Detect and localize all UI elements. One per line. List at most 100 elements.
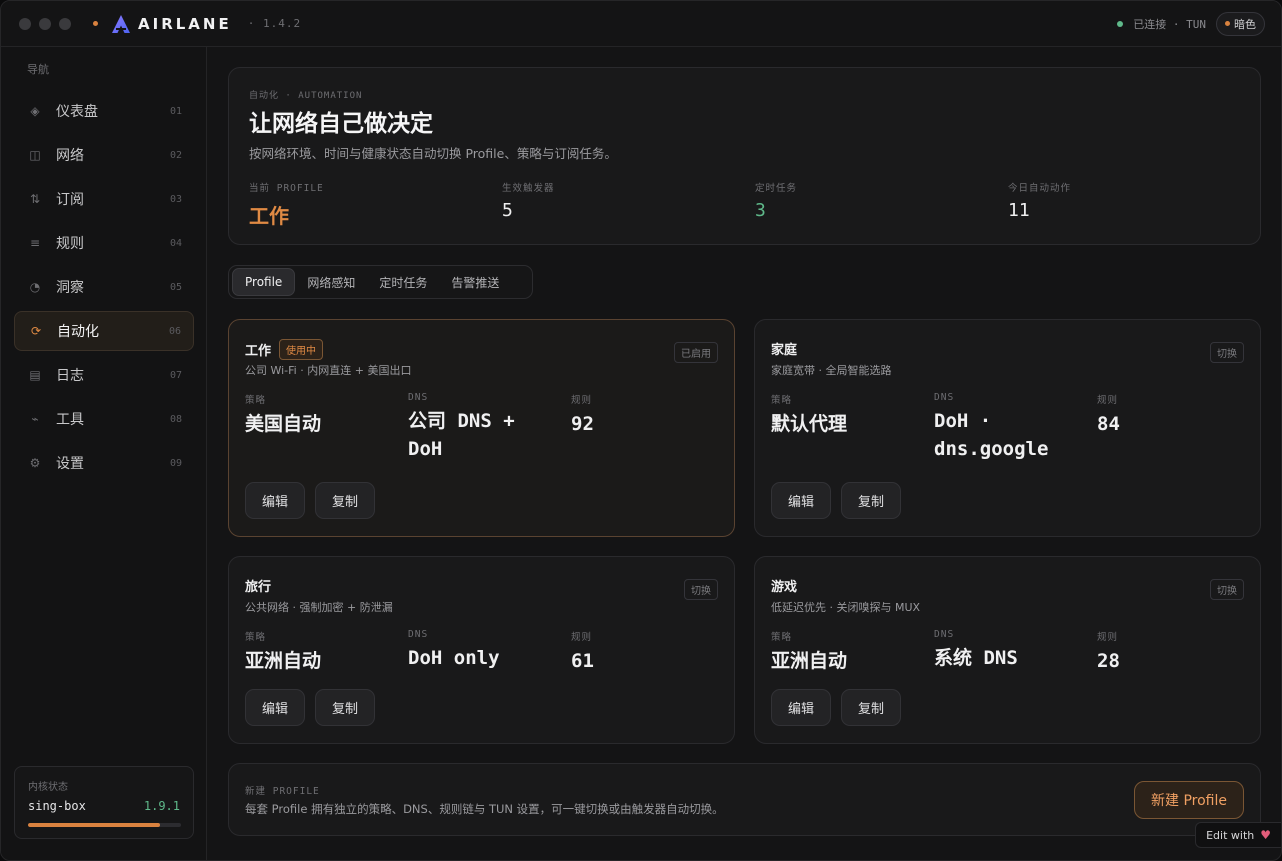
profile-card[interactable]: 旅行 切换 公共网络 · 强制加密 + 防泄漏 策略 亚洲自动 DNS DoH only 规则… (228, 556, 735, 744)
sidebar-item-number: 06 (168, 325, 181, 337)
tab-scheduled-tasks[interactable]: 定时任务 (367, 268, 439, 296)
minimize-window-button[interactable] (39, 17, 51, 30)
sidebar-item-label: 仪表盘 (56, 104, 98, 120)
stat-current-profile: 当前 PROFILE 工作 (249, 180, 324, 229)
new-profile-button[interactable]: 新建 Profile (1134, 781, 1244, 819)
switch-button[interactable]: 切换 (1210, 342, 1244, 363)
edit-button[interactable]: 编辑 (771, 689, 832, 726)
profile-card[interactable]: 工作 使用中 已启用公司 Wi-Fi · 内网直连 + 美国出口策略 美国自动 DNS 公… (228, 319, 735, 537)
sidebar-item-automation[interactable]: ⟳ 自动化 06 (14, 311, 194, 351)
profile-description: 公司 Wi-Fi · 内网直连 + 美国出口 (245, 364, 412, 377)
kernel-progress-fill (28, 823, 160, 827)
profile-name: 工作 (245, 344, 272, 359)
dns-value: DoH only (408, 647, 500, 669)
tab-profile[interactable]: Profile (232, 268, 296, 296)
switch-button[interactable]: 切换 (1210, 579, 1244, 600)
connection-status-dot (1117, 20, 1124, 27)
rules-field: 规则 28 (1097, 629, 1197, 675)
rules-icon: ≡ (29, 236, 41, 250)
nav-heading: 导航 (27, 63, 49, 76)
profile-title: 家庭 (771, 339, 797, 358)
stat-scheduled-tasks: 定时任务 3 (755, 180, 797, 221)
copy-button[interactable]: 复制 (841, 482, 902, 519)
page-subtitle: 按网络环境、时间与健康状态自动切换 Profile、策略与订阅任务。 (249, 146, 617, 161)
sidebar-item-dashboard[interactable]: ◈ 仪表盘 01 (14, 91, 194, 131)
profile-title: 游戏 (771, 576, 797, 595)
field-label: 规则 (571, 395, 593, 406)
insight-icon: ◔ (29, 280, 41, 294)
sidebar-item-number: 08 (169, 413, 182, 425)
copy-button[interactable]: 复制 (315, 689, 376, 726)
strategy-field: 策略 默认代理 (771, 392, 921, 438)
connection-status: 已连接 · TUN (1133, 17, 1206, 31)
kernel-version: 1.9.1 (143, 799, 180, 813)
sidebar-item-subscription[interactable]: ⇅ 订阅 03 (14, 179, 194, 219)
rules-field: 规则 61 (571, 629, 671, 675)
strategy-field: 策略 亚洲自动 (245, 629, 395, 675)
sidebar-item-number: 02 (169, 149, 182, 161)
kernel-name: sing-box (28, 799, 86, 813)
field-label: 规则 (1097, 395, 1119, 406)
sidebar-item-number: 05 (169, 281, 182, 293)
strategy-value: 默认代理 (771, 413, 848, 435)
profile-title: 工作 使用中 (245, 339, 324, 360)
tab-network-awareness[interactable]: 网络感知 (295, 268, 367, 296)
profile-card[interactable]: 游戏 切换 低延迟优先 · 关闭嗅探与 MUX 策略 亚洲自动 DNS 系统 DNS 规则 28… (754, 556, 1261, 744)
brand-dot (93, 21, 98, 26)
profile-card[interactable]: 家庭 切换 家庭宽带 · 全局智能选路 策略 默认代理 DNS DoH · dns.goog… (754, 319, 1261, 537)
field-label: DNS (408, 629, 429, 640)
stat-label: 定时任务 (755, 183, 798, 194)
dns-field: DNS 公司 DNS + DoH (408, 392, 558, 463)
edit-button[interactable]: 编辑 (245, 482, 306, 519)
sidebar-item-insight[interactable]: ◔ 洞察 05 (14, 267, 194, 307)
automation-tabs: Profile 网络感知 定时任务 告警推送 (228, 265, 533, 299)
profile-description: 家庭宽带 · 全局智能选路 (771, 364, 892, 377)
field-label: 规则 (571, 632, 593, 643)
close-window-button[interactable] (19, 17, 31, 30)
sidebar-item-rules[interactable]: ≡ 规则 04 (14, 223, 194, 263)
edit-with-badge[interactable]: Edit with ♥ (1195, 822, 1281, 848)
sidebar-item-log[interactable]: ▤ 日志 07 (14, 355, 194, 395)
theme-dot-icon (1225, 21, 1230, 26)
tab-alert-push[interactable]: 告警推送 (439, 268, 511, 296)
brand-name: AIRLANE (138, 14, 232, 33)
copy-button[interactable]: 复制 (841, 689, 902, 726)
airlane-logo-icon (112, 14, 130, 33)
theme-toggle-button[interactable]: 暗色 (1216, 11, 1265, 36)
automation-icon: ⟳ (30, 324, 42, 338)
enabled-tag: 已启用 (674, 342, 718, 363)
field-label: 策略 (245, 632, 267, 643)
title-bar: AIRLANE · 1.4.2 已连接 · TUN 暗色 (1, 1, 1281, 47)
rules-count: 28 (1097, 650, 1120, 672)
in-use-badge: 使用中 (279, 339, 324, 360)
zoom-window-button[interactable] (59, 17, 71, 30)
edit-button[interactable]: 编辑 (245, 689, 306, 726)
sidebar-item-label: 自动化 (57, 324, 99, 340)
sidebar-item-number: 04 (169, 237, 182, 249)
theme-label: 暗色 (1234, 17, 1256, 31)
field-label: 策略 (771, 632, 793, 643)
sidebar-item-label: 规则 (56, 236, 84, 252)
switch-button[interactable]: 切换 (684, 579, 718, 600)
strategy-value: 美国自动 (245, 413, 322, 435)
sidebar-item-label: 网络 (56, 148, 84, 164)
dns-value: 系统 DNS (934, 647, 1018, 669)
edit-button[interactable]: 编辑 (771, 482, 832, 519)
strategy-field: 策略 美国自动 (245, 392, 395, 438)
profile-description: 公共网络 · 强制加密 + 防泄漏 (245, 601, 393, 614)
field-label: DNS (408, 392, 429, 403)
dns-value: 公司 DNS + DoH (408, 410, 515, 460)
new-profile-eyebrow: 新建 PROFILE (245, 786, 320, 797)
new-profile-panel: 新建 PROFILE 每套 Profile 拥有独立的策略、DNS、规则链与 T… (228, 763, 1261, 836)
field-label: DNS (934, 392, 955, 403)
sidebar-item-tools[interactable]: ⌁ 工具 08 (14, 399, 194, 439)
copy-button[interactable]: 复制 (315, 482, 376, 519)
field-label: 策略 (771, 395, 793, 406)
sidebar-item-settings[interactable]: ⚙ 设置 09 (14, 443, 194, 483)
stat-value: 工作 (249, 204, 289, 228)
dns-field: DNS DoH only (408, 629, 558, 672)
sidebar-item-label: 设置 (56, 456, 84, 472)
sidebar-item-network[interactable]: ◫ 网络 02 (14, 135, 194, 175)
edit-with-label: Edit with (1206, 828, 1255, 842)
dns-field: DNS 系统 DNS (934, 629, 1084, 672)
